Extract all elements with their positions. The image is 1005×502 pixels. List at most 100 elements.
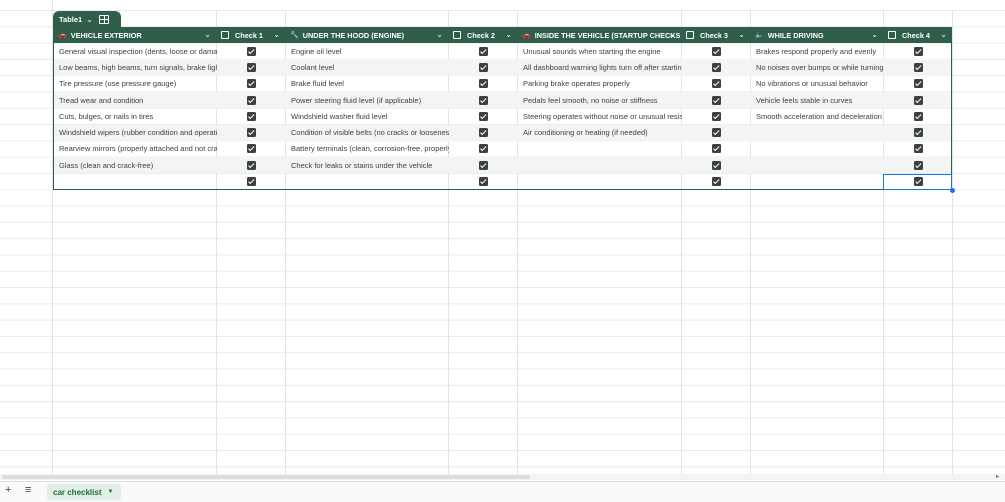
cell-vehicle-exterior[interactable]: Windshield wipers (rubber condition and …	[54, 125, 217, 141]
add-sheet-button[interactable]: +	[5, 484, 11, 496]
cell-inside-the-vehicle[interactable]: Pedals feel smooth, no noise or stiffnes…	[518, 92, 682, 108]
checkbox-checked[interactable]	[914, 111, 923, 121]
chevron-down-icon[interactable]: ⌄	[204, 30, 211, 39]
cell-under-the-hood[interactable]: Battery terminals (clean, corrosion-free…	[286, 141, 449, 157]
checkbox-checked[interactable]	[712, 144, 721, 154]
checkbox-checked[interactable]	[247, 128, 256, 138]
cell-under-the-hood[interactable]	[286, 173, 449, 189]
cell-while-driving[interactable]	[751, 173, 884, 189]
selected-cell[interactable]	[883, 174, 952, 190]
cell-while-driving[interactable]: No vibrations or unusual behavior	[751, 76, 884, 92]
cell-vehicle-exterior[interactable]: Cuts, bulges, or nails in tires	[54, 108, 217, 124]
chevron-down-icon[interactable]: ⌄	[273, 30, 280, 39]
checkbox-checked[interactable]	[712, 111, 721, 121]
column-header-inside-the-vehicle[interactable]: 🚗 INSIDE THE VEHICLE (STARTUP CHECKS ⌄	[517, 27, 681, 43]
caret-down-icon[interactable]: ▼	[107, 489, 113, 495]
fill-handle[interactable]	[950, 188, 955, 193]
checkbox-checked[interactable]	[479, 144, 488, 154]
column-header-check-1[interactable]: Check 1 ⌄	[216, 27, 285, 43]
cell-vehicle-exterior[interactable]: Rearview mirrors (properly attached and …	[54, 141, 217, 157]
checkbox-checked[interactable]	[712, 79, 721, 89]
cell-while-driving[interactable]: No noises over bumps or while turning	[751, 59, 884, 75]
chevron-down-icon[interactable]: ⌄	[871, 30, 878, 39]
scrollbar-thumb[interactable]	[2, 475, 530, 479]
cell-under-the-hood[interactable]: Windshield washer fluid level	[286, 108, 449, 124]
checkbox-checked[interactable]	[247, 46, 256, 56]
checkbox-checked[interactable]	[712, 95, 721, 105]
cell-under-the-hood[interactable]: Engine oil level	[286, 43, 449, 59]
checkbox-checked[interactable]	[479, 111, 488, 121]
checkbox-checked[interactable]	[914, 144, 923, 154]
cell-inside-the-vehicle[interactable]	[518, 173, 682, 189]
column-header-check-2[interactable]: Check 2 ⌄	[448, 27, 517, 43]
chevron-down-icon[interactable]: ⌄	[738, 30, 745, 39]
checkbox-checked[interactable]	[712, 160, 721, 170]
checkbox-checked[interactable]	[247, 79, 256, 89]
cell-vehicle-exterior[interactable]: General visual inspection (dents, loose …	[54, 43, 217, 59]
checkbox-checked[interactable]	[712, 46, 721, 56]
checkbox-checked[interactable]	[479, 95, 488, 105]
checkbox-checked[interactable]	[479, 79, 488, 89]
checkbox-checked[interactable]	[247, 62, 256, 72]
checkbox-checked[interactable]	[914, 46, 923, 56]
chevron-down-icon[interactable]: ⌄	[669, 30, 676, 39]
chevron-down-icon[interactable]: ⌄	[436, 30, 443, 39]
cell-inside-the-vehicle[interactable]: All dashboard warning lights turn off af…	[518, 59, 682, 75]
checkbox-checked[interactable]	[247, 144, 256, 154]
checkbox-checked[interactable]	[914, 79, 923, 89]
cell-vehicle-exterior[interactable]: Glass (clean and crack-free)	[54, 157, 217, 173]
cell-inside-the-vehicle[interactable]: Steering operates without noise or unusu…	[518, 108, 682, 124]
cell-while-driving[interactable]: Brakes respond properly and evenly	[751, 43, 884, 59]
chevron-down-icon[interactable]: ⌄	[940, 30, 947, 39]
chevron-down-icon[interactable]: ⌄	[86, 15, 93, 24]
cell-while-driving[interactable]	[751, 125, 884, 141]
cell-while-driving[interactable]	[751, 157, 884, 173]
table-name-tab[interactable]: Table1 ⌄	[53, 11, 121, 27]
checkbox-checked[interactable]	[479, 177, 488, 187]
checkbox-checked[interactable]	[712, 128, 721, 138]
sheet-tab-car-checklist[interactable]: car checklist ▼	[47, 484, 122, 500]
cell-under-the-hood[interactable]: Condition of visible belts (no cracks or…	[286, 125, 449, 141]
column-header-vehicle-exterior[interactable]: 🚗 VEHICLE EXTERIOR ⌄	[53, 27, 216, 43]
checkbox-checked[interactable]	[914, 62, 923, 72]
checkbox-checked[interactable]	[914, 95, 923, 105]
cell-under-the-hood[interactable]: Power steering fluid level (if applicabl…	[286, 92, 449, 108]
checkbox-checked[interactable]	[914, 160, 923, 170]
checkbox-checked[interactable]	[247, 111, 256, 121]
checkbox-checked[interactable]	[712, 62, 721, 72]
checkbox-checked[interactable]	[479, 46, 488, 56]
column-header-while-driving[interactable]: 🔈 WHILE DRIVING ⌄	[750, 27, 883, 43]
cell-while-driving[interactable]: Vehicle feels stable in curves	[751, 92, 884, 108]
checkbox-checked[interactable]	[479, 62, 488, 72]
column-header-check-4[interactable]: Check 4 ⌄	[883, 27, 952, 43]
checkbox-checked[interactable]	[479, 160, 488, 170]
cell-vehicle-exterior[interactable]: Tread wear and condition	[54, 92, 217, 108]
cell-inside-the-vehicle[interactable]	[518, 157, 682, 173]
all-sheets-menu-button[interactable]: ≡	[25, 484, 31, 496]
column-header-under-the-hood[interactable]: 🔧 UNDER THE HOOD (ENGINE) ⌄	[285, 27, 448, 43]
cell-inside-the-vehicle[interactable]: Unusual sounds when starting the engine	[518, 43, 682, 59]
cell-while-driving[interactable]: Smooth acceleration and deceleration	[751, 108, 884, 124]
chevron-right-icon[interactable]: ▸	[996, 473, 999, 480]
cell-inside-the-vehicle[interactable]	[518, 141, 682, 157]
cell-under-the-hood[interactable]: Brake fluid level	[286, 76, 449, 92]
cell-under-the-hood[interactable]: Check for leaks or stains under the vehi…	[286, 157, 449, 173]
chevron-down-icon[interactable]: ⌄	[505, 30, 512, 39]
table-grid-icon[interactable]	[98, 14, 109, 24]
cell-vehicle-exterior[interactable]: Low beams, high beams, turn signals, bra…	[54, 59, 217, 75]
cell-inside-the-vehicle[interactable]: Parking brake operates properly	[518, 76, 682, 92]
checkbox-checked[interactable]	[712, 177, 721, 187]
checkbox-checked[interactable]	[247, 177, 256, 187]
checkbox-checked[interactable]	[479, 128, 488, 138]
checkbox-icon	[686, 31, 694, 39]
cell-under-the-hood[interactable]: Coolant level	[286, 59, 449, 75]
checkbox-checked[interactable]	[247, 160, 256, 170]
cell-while-driving[interactable]	[751, 141, 884, 157]
cell-vehicle-exterior[interactable]	[54, 173, 217, 189]
cell-inside-the-vehicle[interactable]: Air conditioning or heating (if needed)	[518, 125, 682, 141]
column-header-check-3[interactable]: Check 3 ⌄	[681, 27, 750, 43]
checkbox-checked[interactable]	[247, 95, 256, 105]
checkbox-checked[interactable]	[914, 128, 923, 138]
horizontal-scrollbar[interactable]: ▸	[0, 474, 1005, 480]
cell-vehicle-exterior[interactable]: Tire pressure (use pressure gauge)	[54, 76, 217, 92]
